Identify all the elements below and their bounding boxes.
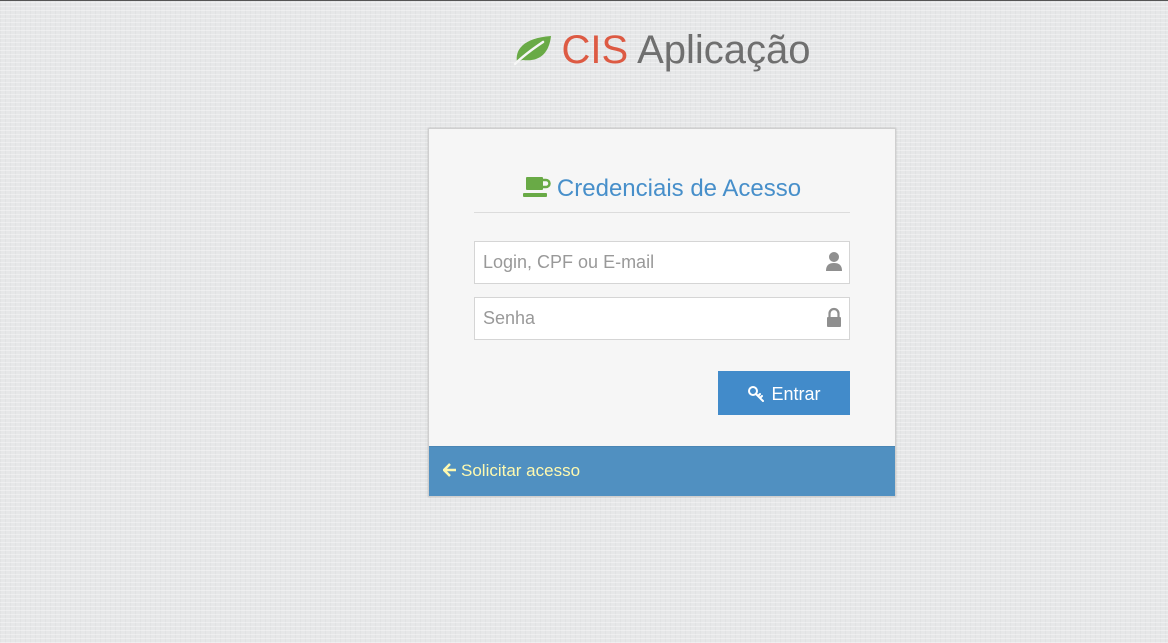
login-submit-button[interactable]: Entrar [718,371,850,415]
request-access-link[interactable]: Solicitar acesso [443,461,580,481]
login-header-text: Credenciais de Acesso [556,175,802,202]
lock-icon [827,307,841,327]
brand-subtitle: Aplicação [637,28,811,72]
key-icon [748,386,765,402]
login-header: Credenciais de Acesso [474,173,850,213]
arrow-left-icon [443,463,456,477]
password-field [474,297,850,340]
brand-name: CIS [561,28,629,72]
leaf-icon [514,36,552,66]
request-access-label: Solicitar acesso [461,461,581,480]
brand-title: CIS Aplicação [0,25,1168,75]
password-input[interactable] [475,298,805,339]
login-toolbar: Solicitar acesso [429,446,895,496]
user-icon [826,252,842,271]
login-box: Credenciais de Acesso Entrar Solicitar a… [428,128,896,497]
coffee-icon [522,177,551,197]
username-field [474,241,850,284]
login-submit-label: Entrar [771,384,821,404]
username-input[interactable] [475,242,805,283]
